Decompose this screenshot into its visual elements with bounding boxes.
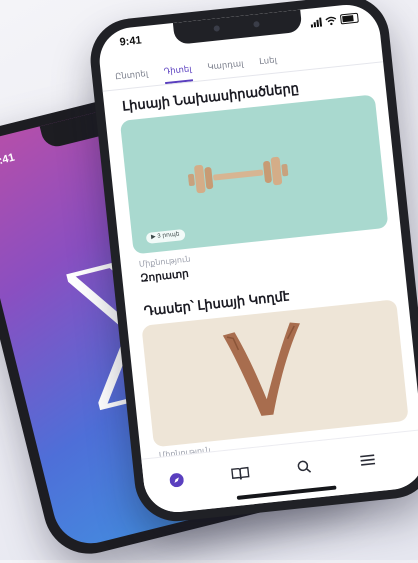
item-category: Միքնություն — [138, 254, 191, 269]
compass-icon[interactable] — [163, 469, 191, 492]
wifi-icon — [325, 16, 337, 25]
status-time: 9:41 — [119, 34, 143, 49]
book-icon[interactable] — [226, 462, 254, 485]
duration-badge: ▶ 3 րոպե — [145, 228, 186, 244]
item-title[interactable]: Զորատր — [140, 268, 190, 285]
signal-icon — [310, 17, 323, 28]
status-icons — [310, 12, 359, 28]
video-card[interactable] — [141, 299, 409, 448]
app-screen: 9:41 Ընտրել Դիտել Կարդալ Լսել Լիսայի Նախ… — [96, 1, 418, 516]
front-phone: 9:41 Ընտրել Դիտել Կարդալ Լսել Լիսայի Նախ… — [86, 0, 418, 526]
brush-stroke-v-icon — [222, 322, 300, 416]
tab-listen[interactable]: Լսել — [259, 54, 278, 74]
back-status-time: 9:41 — [0, 151, 16, 169]
search-icon[interactable] — [290, 455, 318, 478]
front-phone-frame: 9:41 Ընտրել Դիտել Կարդալ Լսել Լիսայի Նախ… — [86, 0, 418, 526]
dumbbell-icon — [187, 156, 289, 194]
home-indicator — [236, 485, 337, 500]
video-card[interactable]: ▶ 3 րոպե — [119, 94, 389, 255]
menu-icon[interactable] — [354, 449, 382, 472]
battery-icon — [339, 12, 359, 25]
phone-notch — [172, 9, 303, 45]
